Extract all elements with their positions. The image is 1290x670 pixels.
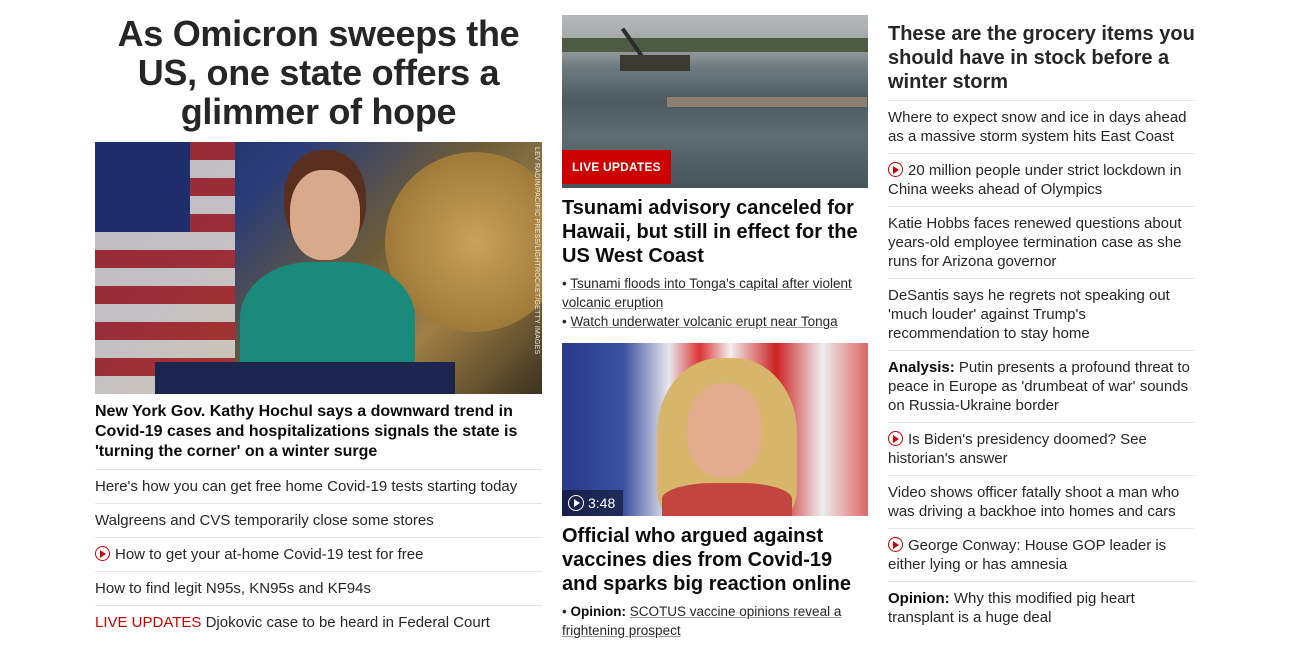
play-icon <box>888 431 903 446</box>
live-updates-badge: LIVE UPDATES <box>562 150 671 184</box>
play-icon <box>95 546 110 561</box>
lead-image[interactable]: LEV RADIN/PACIFIC PRESS/LIGHTROCKET/GETT… <box>95 142 542 394</box>
list-item[interactable]: 20 million people under strict lockdown … <box>888 154 1195 207</box>
list-item[interactable]: LIVE UPDATES Djokovic case to be heard i… <box>95 606 542 639</box>
grocery-headline[interactable]: These are the grocery items you should h… <box>888 0 1195 101</box>
opinion-label: Opinion: <box>888 590 950 607</box>
list-item[interactable]: Opinion: Why this modified pig heart tra… <box>888 582 1195 634</box>
video-thumbnail[interactable]: 3:48 <box>562 343 868 516</box>
list-item[interactable]: Analysis: Putin presents a profound thre… <box>888 351 1195 423</box>
left-link-list: Here's how you can get free home Covid-1… <box>95 470 542 639</box>
play-icon <box>888 537 903 552</box>
bullet-item[interactable]: • Watch underwater volcanic erupt near T… <box>562 312 868 331</box>
right-link-list: Where to expect snow and ice in days ahe… <box>888 101 1195 634</box>
person-head <box>290 170 360 260</box>
tsunami-image[interactable]: LIVE UPDATES <box>562 15 868 188</box>
vaccine-headline[interactable]: Official who argued against vaccines die… <box>562 516 868 596</box>
left-column: As Omicron sweeps the US, one state offe… <box>95 0 542 639</box>
list-item[interactable]: Katie Hobbs faces renewed questions abou… <box>888 207 1195 279</box>
opinion-bullet[interactable]: • Opinion: SCOTUS vaccine opinions revea… <box>562 602 868 640</box>
right-column: These are the grocery items you should h… <box>888 0 1195 634</box>
list-item[interactable]: Here's how you can get free home Covid-1… <box>95 470 542 504</box>
list-item[interactable]: Is Biden's presidency doomed? See histor… <box>888 423 1195 476</box>
bullet-item[interactable]: • Tsunami floods into Tonga's capital af… <box>562 274 868 312</box>
list-item[interactable]: Where to expect snow and ice in days ahe… <box>888 101 1195 154</box>
person-top <box>662 483 792 516</box>
list-item[interactable]: George Conway: House GOP leader is eithe… <box>888 529 1195 582</box>
barge <box>620 55 690 71</box>
tsunami-bullets: • Tsunami floods into Tonga's capital af… <box>562 274 868 331</box>
middle-column: LIVE UPDATES Tsunami advisory canceled f… <box>562 0 868 640</box>
lead-story-link[interactable]: New York Gov. Kathy Hochul says a downwa… <box>95 394 542 470</box>
play-icon <box>888 162 903 177</box>
main-headline[interactable]: As Omicron sweeps the US, one state offe… <box>95 0 542 142</box>
list-item[interactable]: Walgreens and CVS temporarily close some… <box>95 504 542 538</box>
shoreline <box>562 38 868 52</box>
live-updates-label: LIVE UPDATES <box>95 614 202 631</box>
podium <box>155 362 455 394</box>
list-item[interactable]: How to find legit N95s, KN95s and KF94s <box>95 572 542 606</box>
play-icon <box>568 495 584 511</box>
tsunami-headline[interactable]: Tsunami advisory canceled for Hawaii, bu… <box>562 188 868 268</box>
image-credit: LEV RADIN/PACIFIC PRESS/LIGHTROCKET/GETT… <box>533 147 540 355</box>
video-duration: 3:48 <box>562 490 624 516</box>
person-face <box>687 383 762 478</box>
list-item[interactable]: Video shows officer fatally shoot a man … <box>888 476 1195 529</box>
flag-canton <box>95 142 190 232</box>
dock <box>667 97 867 107</box>
list-item[interactable]: DeSantis says he regrets not speaking ou… <box>888 279 1195 351</box>
list-item[interactable]: How to get your at-home Covid-19 test fo… <box>95 538 542 572</box>
analysis-label: Analysis: <box>888 359 955 376</box>
